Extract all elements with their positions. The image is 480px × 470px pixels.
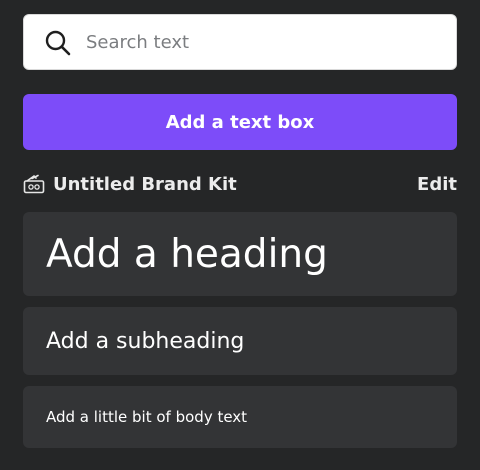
text-panel: Add a text box Untitled Brand Kit Edit A… bbox=[23, 14, 457, 448]
add-heading-tile[interactable]: Add a heading bbox=[23, 212, 457, 296]
heading-label: Add a heading bbox=[46, 231, 328, 277]
brand-kit-selector[interactable]: Untitled Brand Kit bbox=[23, 174, 237, 195]
add-body-text-tile[interactable]: Add a little bit of body text bbox=[23, 386, 457, 448]
body-text-label: Add a little bit of body text bbox=[46, 408, 248, 426]
subheading-label: Add a subheading bbox=[46, 328, 245, 354]
search-icon bbox=[45, 30, 71, 56]
brand-kit-name: Untitled Brand Kit bbox=[53, 173, 237, 195]
search-box[interactable] bbox=[23, 14, 457, 70]
brand-kit-icon bbox=[23, 174, 45, 194]
brand-kit-edit-link[interactable]: Edit bbox=[417, 174, 457, 195]
add-text-box-button[interactable]: Add a text box bbox=[23, 94, 457, 150]
add-subheading-tile[interactable]: Add a subheading bbox=[23, 307, 457, 375]
brand-kit-row: Untitled Brand Kit Edit bbox=[23, 172, 457, 196]
search-input[interactable] bbox=[84, 30, 438, 54]
